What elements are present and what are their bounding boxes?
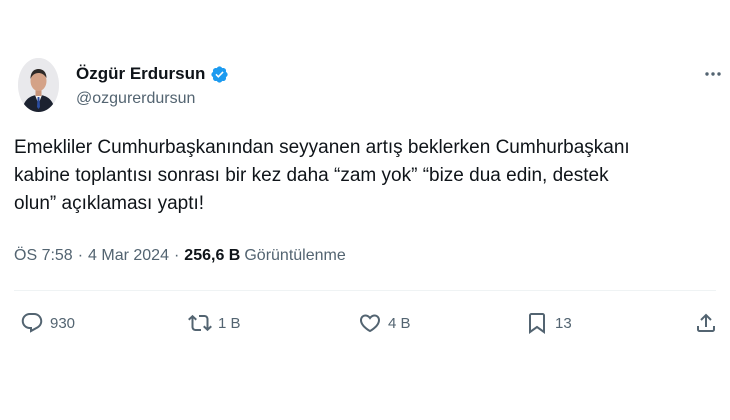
tweet-text: Emekliler Cumhurbaşkanından seyyanen art… [14,137,630,214]
tweet-meta: ÖS 7:58 · 4 Mar 2024 · 256,6 B Görüntüle… [14,247,346,265]
bookmark-count: 13 [555,314,572,332]
author-display-name[interactable]: Özgür Erdursun [76,64,205,84]
retweet-button[interactable]: 1 B [188,310,241,336]
reply-count: 930 [50,314,76,332]
tweet-card: Özgür Erdursun @ozgurerdursun Emekliler … [0,0,730,420]
more-dots-icon[interactable] [703,64,723,84]
heart-icon [359,314,381,333]
verified-badge-icon[interactable] [210,65,229,84]
like-button[interactable]: 4 B [358,310,411,336]
reply-button[interactable]: 930 [20,310,75,336]
meta-separator: · [173,247,180,264]
divider [14,290,716,291]
bookmark-button[interactable]: 13 [525,310,572,336]
avatar[interactable] [18,58,59,112]
share-icon [697,313,715,332]
reply-icon [21,313,43,333]
avatar-image [18,58,59,112]
like-count: 4 B [388,314,411,332]
bookmark-icon [529,313,545,334]
share-button[interactable] [694,310,718,336]
author-name-row: Özgür Erdursun [76,62,229,86]
views-count[interactable]: 256,6 B [184,247,240,265]
tweet-date[interactable]: 4 Mar 2024 [88,247,169,265]
retweet-count: 1 B [218,314,241,332]
tweet-time[interactable]: ÖS 7:58 [14,247,73,265]
meta-separator: · [77,247,84,264]
views-label[interactable]: Görüntülenme [244,247,345,265]
author-handle[interactable]: @ozgurerdursun [76,90,195,108]
retweet-icon [188,314,212,332]
